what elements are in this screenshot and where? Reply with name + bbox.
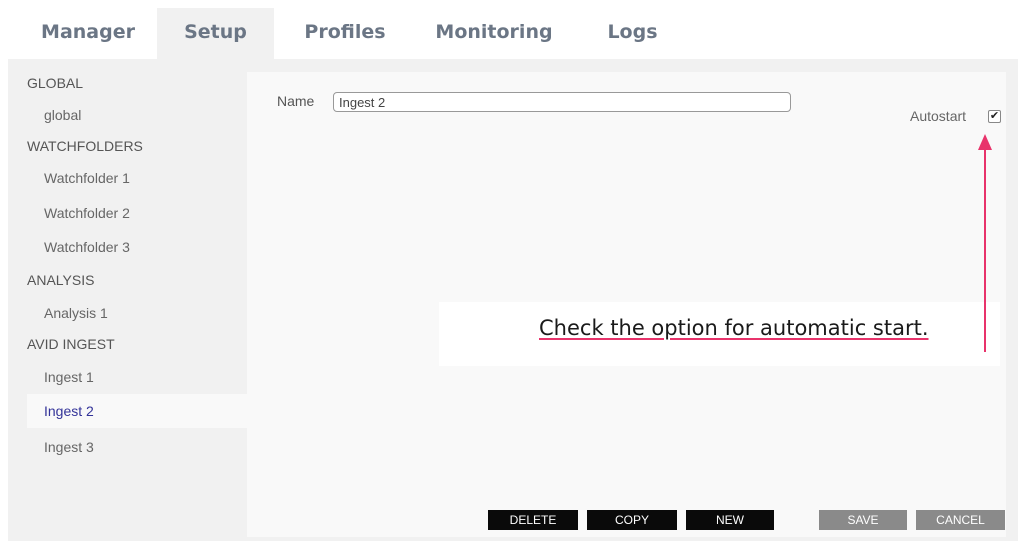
autostart-checkbox[interactable]: ✔ [988, 110, 1001, 123]
tab-logs[interactable]: Logs [590, 8, 675, 59]
name-label: Name [277, 93, 315, 109]
setup-panel: GLOBAL global WATCHFOLDERS Watchfolder 1… [8, 59, 1018, 541]
checkmark-icon: ✔ [989, 110, 1000, 122]
annotation-callout: Check the option for automatic start. [439, 302, 1000, 366]
cancel-button[interactable]: CANCEL [916, 510, 1005, 530]
new-button[interactable]: NEW [686, 510, 774, 530]
annotation-text: Check the option for automatic start. [539, 316, 929, 340]
name-input[interactable] [333, 92, 791, 112]
sidebar-group-global: GLOBAL [27, 75, 84, 91]
tab-monitoring[interactable]: Monitoring [428, 8, 560, 59]
sidebar-group-analysis: ANALYSIS [27, 272, 95, 288]
autostart-label: Autostart [910, 108, 967, 124]
tab-manager[interactable]: Manager [28, 8, 148, 59]
sidebar-item-ingest-2[interactable]: Ingest 2 [27, 394, 247, 428]
save-button[interactable]: SAVE [819, 510, 907, 530]
sidebar-group-avid-ingest: AVID INGEST [27, 336, 115, 352]
delete-button[interactable]: DELETE [488, 510, 578, 530]
copy-button[interactable]: COPY [587, 510, 677, 530]
content-area: Name Autostart ✔ Check the option for au… [247, 72, 1006, 537]
tab-bar: Manager Setup Profiles Monitoring Logs [0, 0, 1022, 59]
sidebar: GLOBAL global WATCHFOLDERS Watchfolder 1… [8, 59, 247, 541]
sidebar-group-watchfolders: WATCHFOLDERS [27, 138, 143, 154]
tab-profiles[interactable]: Profiles [290, 8, 400, 59]
tab-setup[interactable]: Setup [157, 8, 274, 59]
